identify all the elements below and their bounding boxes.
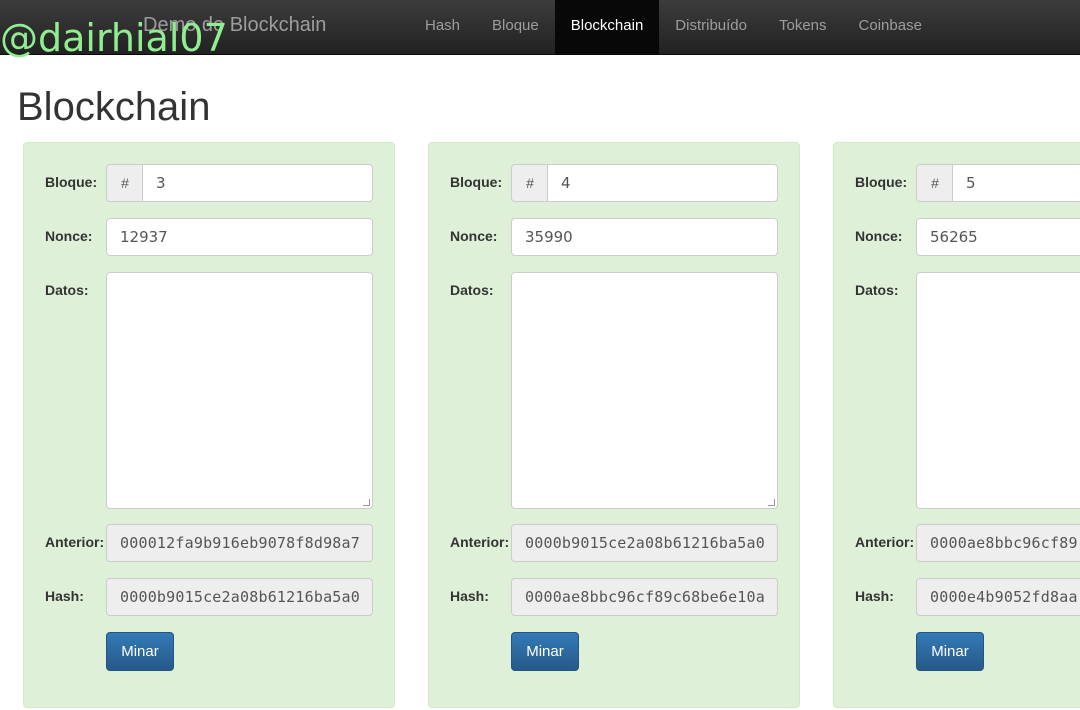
data-textarea[interactable] [511,272,778,509]
nav-item-blockchain[interactable]: Blockchain [554,0,660,55]
nav-item-bloque[interactable]: Bloque [476,0,555,55]
previous-hash-field: 0000ae8bbc96cf89 [916,524,1080,562]
hash-label: Hash: [450,588,489,604]
data-label: Datos: [855,282,899,298]
block-card: Bloque: # 5 Nonce: 56265 Datos: Anterior… [833,142,1080,708]
previous-label: Anterior: [45,534,105,550]
hash-label: Hash: [855,588,894,604]
block-card: Bloque: # 4 Nonce: 35990 Datos: Anterior… [428,142,800,708]
block-card: Bloque: # 3 Nonce: 12937 Datos: Anterior… [23,142,395,708]
hash-field: 0000ae8bbc96cf89c68be6e10a [511,578,778,616]
nav-item-distribuido[interactable]: Distribuído [659,0,763,55]
data-label: Datos: [450,282,494,298]
mine-button[interactable]: Minar [511,632,579,671]
block-number-input[interactable]: 4 [547,164,778,202]
nav-item-hash[interactable]: Hash [409,0,476,55]
resize-grip-icon[interactable] [768,499,775,506]
mine-button[interactable]: Minar [106,632,174,671]
nav-item-tokens[interactable]: Tokens [763,0,843,55]
hash-field: 0000b9015ce2a08b61216ba5a0 [106,578,373,616]
data-label: Datos: [45,282,89,298]
nav-item-coinbase[interactable]: Coinbase [843,0,938,55]
mine-button[interactable]: Minar [916,632,984,671]
nonce-input[interactable]: 12937 [106,218,373,256]
data-textarea[interactable] [916,272,1080,509]
previous-hash-field: 0000b9015ce2a08b61216ba5a0 [511,524,778,562]
hash-label: Hash: [45,588,84,604]
previous-label: Anterior: [450,534,510,550]
block-label: Bloque: [450,174,503,190]
data-textarea[interactable] [106,272,373,509]
block-label: Bloque: [45,174,98,190]
nonce-input[interactable]: 56265 [916,218,1080,256]
nonce-label: Nonce: [45,228,93,244]
nonce-input[interactable]: 35990 [511,218,778,256]
navbar-brand[interactable]: Demo de Blockchain [143,14,326,37]
hash-symbol-addon: # [916,164,953,202]
block-number-input[interactable]: 3 [142,164,373,202]
block-label: Bloque: [855,174,908,190]
page-title: Blockchain [17,85,211,129]
nonce-label: Nonce: [450,228,498,244]
previous-hash-field: 000012fa9b916eb9078f8d98a7 [106,524,373,562]
hash-field: 0000e4b9052fd8aa [916,578,1080,616]
block-card-clip: Bloque: # 5 Nonce: 56265 Datos: Anterior… [833,142,1080,708]
nav-menu: Hash Bloque Blockchain Distribuído Token… [409,0,938,55]
navbar: Demo de Blockchain Hash Bloque Blockchai… [0,0,1080,55]
hash-symbol-addon: # [511,164,548,202]
previous-label: Anterior: [855,534,915,550]
nonce-label: Nonce: [855,228,903,244]
resize-grip-icon[interactable] [363,499,370,506]
block-number-input[interactable]: 5 [952,164,1080,202]
hash-symbol-addon: # [106,164,143,202]
